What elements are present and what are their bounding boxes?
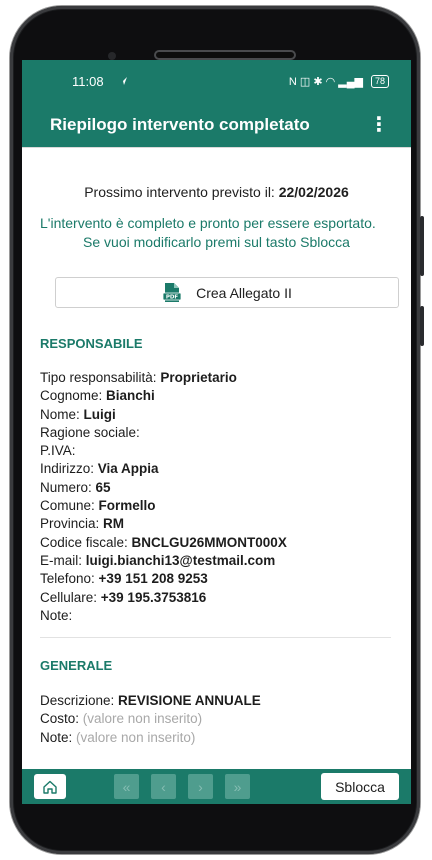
responsabile-fields: Tipo responsabilità: Proprietario Cognom… bbox=[40, 369, 411, 625]
field-row: Indirizzo: Via Appia bbox=[40, 460, 411, 478]
unlock-hint: Se vuoi modificarlo premi sul tasto Sblo… bbox=[83, 234, 350, 250]
bottom-toolbar: « ‹ › » Sblocca bbox=[22, 769, 411, 804]
field-row: Cognome: Bianchi bbox=[40, 387, 411, 405]
create-attachment-label: Crea Allegato II bbox=[196, 284, 292, 301]
field-value: BNCLGU26MMONT000X bbox=[131, 534, 287, 550]
phone-chin bbox=[22, 804, 411, 824]
complete-message: L'intervento è completo e pronto per ess… bbox=[40, 215, 376, 231]
field-row: Descrizione: REVISIONE ANNUALE bbox=[40, 692, 411, 710]
field-row: P.IVA: bbox=[40, 442, 411, 460]
next-intervention-date: 22/02/2026 bbox=[278, 184, 349, 200]
field-value: +39 195.3753816 bbox=[100, 589, 207, 605]
responsabile-section-title: RESPONSABILE bbox=[40, 336, 143, 351]
field-value: Via Appia bbox=[97, 461, 159, 477]
next-intervention-label: Prossimo intervento previsto il: bbox=[84, 184, 279, 200]
field-label: Numero: bbox=[40, 479, 96, 495]
field-row: Note: (valore non inserito) bbox=[40, 729, 411, 747]
field-row: Tipo responsabilità: Proprietario bbox=[40, 369, 411, 387]
field-label: Ragione sociale: bbox=[40, 424, 140, 440]
field-row: Note: bbox=[40, 607, 411, 625]
next-intervention-row: Prossimo intervento previsto il: 22/02/2… bbox=[22, 184, 411, 200]
field-label: Indirizzo: bbox=[40, 461, 98, 477]
field-value-empty: (valore non inserito) bbox=[76, 729, 196, 745]
field-value: Proprietario bbox=[160, 370, 237, 385]
power-button bbox=[420, 306, 424, 346]
section-divider bbox=[40, 637, 391, 639]
field-row: E-mail: luigi.bianchi13@testmail.com bbox=[40, 552, 411, 570]
next-page-button[interactable]: › bbox=[188, 774, 213, 799]
field-value: +39 151 208 9253 bbox=[98, 571, 208, 587]
field-label: E-mail: bbox=[40, 552, 86, 568]
generale-section-title: GENERALE bbox=[40, 658, 113, 674]
field-row: Telefono: +39 151 208 9253 bbox=[40, 570, 411, 588]
home-icon bbox=[43, 780, 57, 794]
status-time: 11:08 bbox=[72, 73, 104, 89]
location-arrow-icon bbox=[118, 77, 127, 85]
status-bar: 11:08 N ◫ ✱ ◠ ▂▄▆ 78 bbox=[22, 60, 411, 102]
field-label: Costo: bbox=[40, 711, 83, 727]
overflow-menu-icon[interactable]: ⋮ bbox=[369, 115, 389, 135]
field-value: Bianchi bbox=[106, 388, 155, 404]
page-title: Riepilogo intervento completato bbox=[50, 114, 310, 134]
field-label: Provincia: bbox=[40, 516, 104, 532]
app-bar: Riepilogo intervento completato ⋮ bbox=[22, 102, 411, 147]
summary-content[interactable]: Prossimo intervento previsto il: 22/02/2… bbox=[22, 147, 411, 769]
field-row: Ragione sociale: bbox=[40, 424, 411, 442]
create-attachment-button[interactable]: PDF Crea Allegato II bbox=[55, 277, 399, 308]
last-page-button[interactable]: » bbox=[225, 774, 250, 799]
status-icons: N ◫ ✱ ◠ ▂▄▆ bbox=[288, 75, 363, 88]
field-label: Tipo responsabilità: bbox=[40, 370, 161, 385]
field-row: Costo: (valore non inserito) bbox=[40, 710, 411, 728]
field-row: Nome: Luigi bbox=[40, 406, 411, 424]
field-row: Cellulare: +39 195.3753816 bbox=[40, 589, 411, 607]
field-label: Telefono: bbox=[40, 571, 99, 587]
earpiece-speaker bbox=[154, 50, 296, 60]
volume-button bbox=[420, 216, 424, 276]
field-label: Descrizione: bbox=[40, 693, 119, 709]
field-label: Note: bbox=[40, 729, 77, 745]
home-button[interactable] bbox=[34, 774, 66, 799]
pdf-icon-text: PDF bbox=[166, 294, 179, 300]
field-label: P.IVA: bbox=[40, 443, 76, 459]
field-value: RM bbox=[103, 516, 125, 532]
field-row: Numero: 65 bbox=[40, 479, 411, 497]
field-value-empty: (valore non inserito) bbox=[82, 711, 203, 727]
field-label: Codice fiscale: bbox=[40, 534, 132, 550]
field-value: Luigi bbox=[83, 406, 116, 422]
field-value: 65 bbox=[95, 479, 111, 495]
field-value: Formello bbox=[98, 498, 156, 514]
front-camera bbox=[108, 52, 116, 60]
field-label: Cognome: bbox=[40, 388, 107, 404]
field-label: Nome: bbox=[40, 406, 84, 422]
field-value: luigi.bianchi13@testmail.com bbox=[85, 552, 276, 568]
unlock-button[interactable]: Sblocca bbox=[321, 773, 399, 800]
field-value: REVISIONE ANNUALE bbox=[118, 693, 261, 709]
field-row: Provincia: RM bbox=[40, 515, 411, 533]
battery-icon: 78 bbox=[370, 74, 389, 88]
app-screen: 11:08 N ◫ ✱ ◠ ▂▄▆ 78 Riepilogo intervent… bbox=[22, 60, 411, 804]
first-page-button[interactable]: « bbox=[114, 774, 139, 799]
field-label: Cellulare: bbox=[40, 589, 101, 605]
field-label: Note: bbox=[40, 607, 73, 623]
field-row: Codice fiscale: BNCLGU26MMONT000X bbox=[40, 534, 411, 552]
field-label: Comune: bbox=[40, 498, 99, 514]
field-row: Comune: Formello bbox=[40, 497, 411, 515]
generale-fields: Descrizione: REVISIONE ANNUALE Costo: (v… bbox=[40, 692, 411, 747]
pdf-icon: PDF bbox=[162, 282, 182, 302]
previous-page-button[interactable]: ‹ bbox=[151, 774, 176, 799]
